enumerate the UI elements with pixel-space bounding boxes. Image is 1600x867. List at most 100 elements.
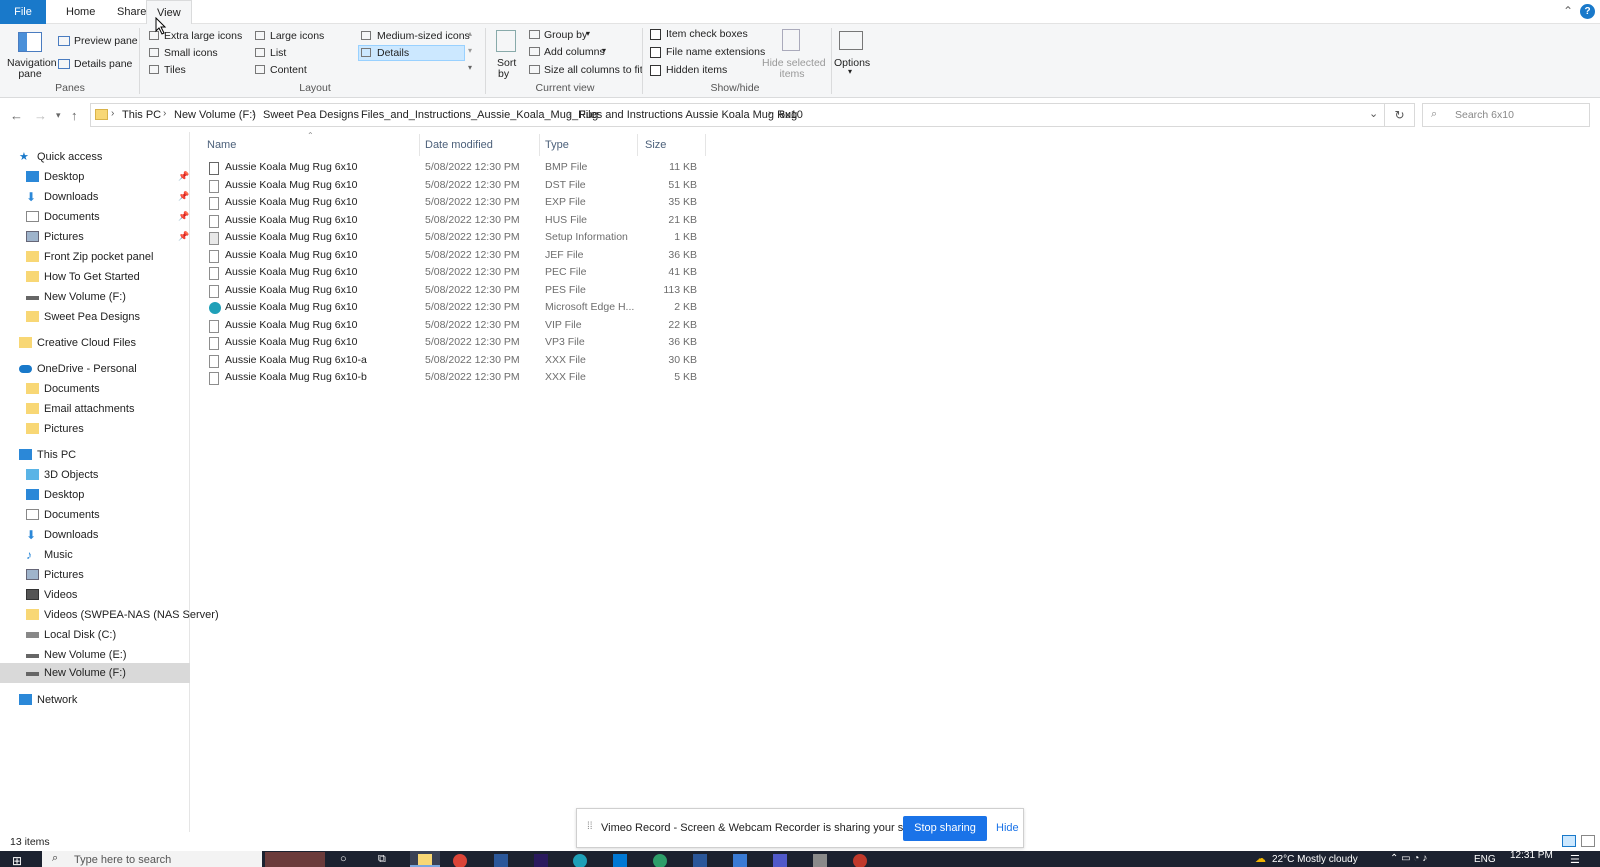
pin-icon[interactable]: 📌 [178, 171, 189, 182]
layout-small-icons[interactable]: Small icons [164, 47, 218, 59]
file-row[interactable]: Aussie Koala Mug Rug 6x10-b 5/08/2022 12… [207, 370, 707, 387]
breadcrumb-chevron-icon[interactable]: › [163, 108, 166, 119]
layout-medium-icons[interactable]: Medium-sized icons [377, 30, 470, 42]
clock-time[interactable]: 12:31 PM [1510, 851, 1553, 861]
windows-start-icon[interactable]: ⊞ [12, 854, 26, 867]
search-box[interactable]: ⌕ Search 6x10 [1422, 103, 1590, 127]
item-check-boxes-checkbox[interactable] [650, 29, 661, 40]
weather-text[interactable]: 22°C Mostly cloudy [1272, 854, 1358, 865]
app-icon[interactable] [653, 854, 667, 867]
column-separator[interactable] [539, 134, 540, 156]
task-view-icon[interactable]: ⧉ [378, 853, 386, 866]
file-row[interactable]: Aussie Koala Mug Rug 6x10 5/08/2022 12:3… [207, 195, 707, 212]
column-header-name[interactable]: Name [207, 139, 236, 151]
recent-locations-icon[interactable]: ▾ [56, 110, 61, 121]
tab-home[interactable]: Home [56, 0, 105, 24]
column-separator[interactable] [637, 134, 638, 156]
add-columns-button[interactable]: Add columns [544, 46, 605, 58]
system-tray-icons[interactable]: ⌃ ▭ ◔ ♪ [1390, 853, 1427, 864]
file-row[interactable]: Aussie Koala Mug Rug 6x10-a 5/08/2022 12… [207, 353, 707, 370]
column-header-size[interactable]: Size [645, 139, 666, 151]
tab-view[interactable]: View [146, 0, 192, 24]
layout-extra-large-icons[interactable]: Extra large icons [164, 30, 242, 42]
drag-handle-icon[interactable]: ⁞⁞ [587, 821, 593, 832]
file-row[interactable]: Aussie Koala Mug Rug 6x10 5/08/2022 12:3… [207, 160, 707, 177]
breadcrumb-chevron-icon[interactable]: › [350, 108, 353, 119]
back-icon[interactable]: ← [10, 108, 23, 123]
pin-icon[interactable]: 📌 [178, 191, 189, 202]
file-explorer-taskbar-icon[interactable] [410, 851, 440, 867]
chrome-icon[interactable] [453, 854, 467, 867]
sort-by-label2[interactable]: by [498, 68, 509, 80]
size-all-columns-button[interactable]: Size all columns to fit [544, 64, 643, 76]
file-row[interactable]: Aussie Koala Mug Rug 6x10 5/08/2022 12:3… [207, 335, 707, 352]
notifications-icon[interactable]: ☰ [1570, 853, 1580, 866]
layout-expand-icon[interactable]: ▾ [468, 63, 472, 72]
taskbar-search-input[interactable]: Type here to search [74, 854, 171, 866]
layout-details[interactable] [358, 45, 465, 61]
taskbar-search-box[interactable]: ⌕ Type here to search [42, 851, 262, 867]
add-columns-dropdown-icon[interactable]: ▾ [602, 46, 606, 55]
up-icon[interactable]: ↑ [71, 108, 78, 123]
word-icon[interactable] [693, 854, 707, 867]
search-input[interactable]: Search 6x10 [1455, 109, 1514, 121]
breadcrumb-new-volume-f[interactable]: New Volume (F:) [174, 109, 256, 121]
file-row[interactable]: Aussie Koala Mug Rug 6x10 5/08/2022 12:3… [207, 230, 707, 247]
file-name-extensions-checkbox[interactable] [650, 47, 661, 58]
address-bar[interactable]: › This PC › New Volume (F:) › Sweet Pea … [90, 103, 1385, 127]
breadcrumb-this-pc[interactable]: This PC [122, 109, 161, 121]
column-separator[interactable] [705, 134, 706, 156]
file-row[interactable]: Aussie Koala Mug Rug 6x10 5/08/2022 12:3… [207, 248, 707, 265]
layout-scroll-up-icon[interactable]: ▴ [468, 29, 472, 38]
layout-large-icons[interactable]: Large icons [270, 30, 324, 42]
outlook-icon[interactable] [613, 854, 627, 867]
collapse-ribbon-icon[interactable]: ⌃ [1563, 4, 1573, 18]
pin-icon[interactable]: 📌 [178, 211, 189, 222]
group-by-dropdown-icon[interactable]: ▾ [586, 29, 590, 38]
hide-button[interactable]: Hide [996, 822, 1019, 834]
file-row[interactable]: Aussie Koala Mug Rug 6x10 5/08/2022 12:3… [207, 318, 707, 335]
language-indicator[interactable]: ENG [1474, 854, 1496, 865]
breadcrumb-sweet-pea-designs[interactable]: Sweet Pea Designs [263, 109, 359, 121]
refresh-icon[interactable]: ↻ [1385, 103, 1415, 127]
teams-icon[interactable] [773, 854, 787, 867]
file-row[interactable]: Aussie Koala Mug Rug 6x10 5/08/2022 12:3… [207, 283, 707, 300]
group-by-button[interactable]: Group by [544, 29, 587, 41]
vimeo-record-icon[interactable] [853, 854, 867, 867]
layout-tiles[interactable]: Tiles [164, 64, 186, 76]
tab-file[interactable]: File [0, 0, 46, 24]
layout-scroll-down-icon[interactable]: ▾ [468, 46, 472, 55]
large-icons-view-icon[interactable] [1581, 835, 1595, 847]
hidden-items-checkbox[interactable] [650, 65, 661, 76]
edge-icon[interactable] [573, 854, 587, 867]
premiere-icon[interactable] [534, 854, 548, 867]
help-icon[interactable]: ? [1580, 4, 1595, 19]
file-row[interactable]: Aussie Koala Mug Rug 6x10 5/08/2022 12:3… [207, 213, 707, 230]
pin-icon[interactable]: 📌 [178, 231, 189, 242]
layout-content[interactable]: Content [270, 64, 307, 76]
hide-selected-label2[interactable]: items [762, 68, 822, 80]
navigation-pane-label2[interactable]: pane [7, 68, 53, 80]
breadcrumb-chevron-icon[interactable]: › [768, 108, 771, 119]
forward-icon[interactable]: → [34, 108, 47, 123]
column-header-date[interactable]: Date modified [425, 139, 493, 151]
app-icon[interactable] [494, 854, 508, 867]
layout-list[interactable]: List [270, 47, 286, 59]
stop-sharing-button[interactable]: Stop sharing [903, 816, 987, 841]
app-icon[interactable] [733, 854, 747, 867]
details-view-icon[interactable] [1562, 835, 1576, 847]
column-header-type[interactable]: Type [545, 139, 569, 151]
cortana-icon[interactable]: ○ [340, 853, 347, 865]
breadcrumb-files-and-instructions-folder[interactable]: Files_and_Instructions_Aussie_Koala_Mug_… [361, 109, 598, 121]
file-row[interactable]: Aussie Koala Mug Rug 6x10 5/08/2022 12:3… [207, 300, 707, 317]
options-dropdown-icon[interactable]: ▾ [848, 67, 852, 76]
breadcrumb-6x10[interactable]: 6x10 [779, 109, 803, 121]
app-icon[interactable] [813, 854, 827, 867]
column-separator[interactable] [419, 134, 420, 156]
breadcrumb-chevron-icon[interactable]: › [111, 108, 114, 119]
file-row[interactable]: Aussie Koala Mug Rug 6x10 5/08/2022 12:3… [207, 178, 707, 195]
breadcrumb-chevron-icon[interactable]: › [252, 108, 255, 119]
preview-pane-button[interactable]: Preview pane [74, 35, 138, 47]
breadcrumb-files-instructions-mug-rug[interactable]: Files and Instructions Aussie Koala Mug … [579, 109, 797, 121]
file-row[interactable]: Aussie Koala Mug Rug 6x10 5/08/2022 12:3… [207, 265, 707, 282]
